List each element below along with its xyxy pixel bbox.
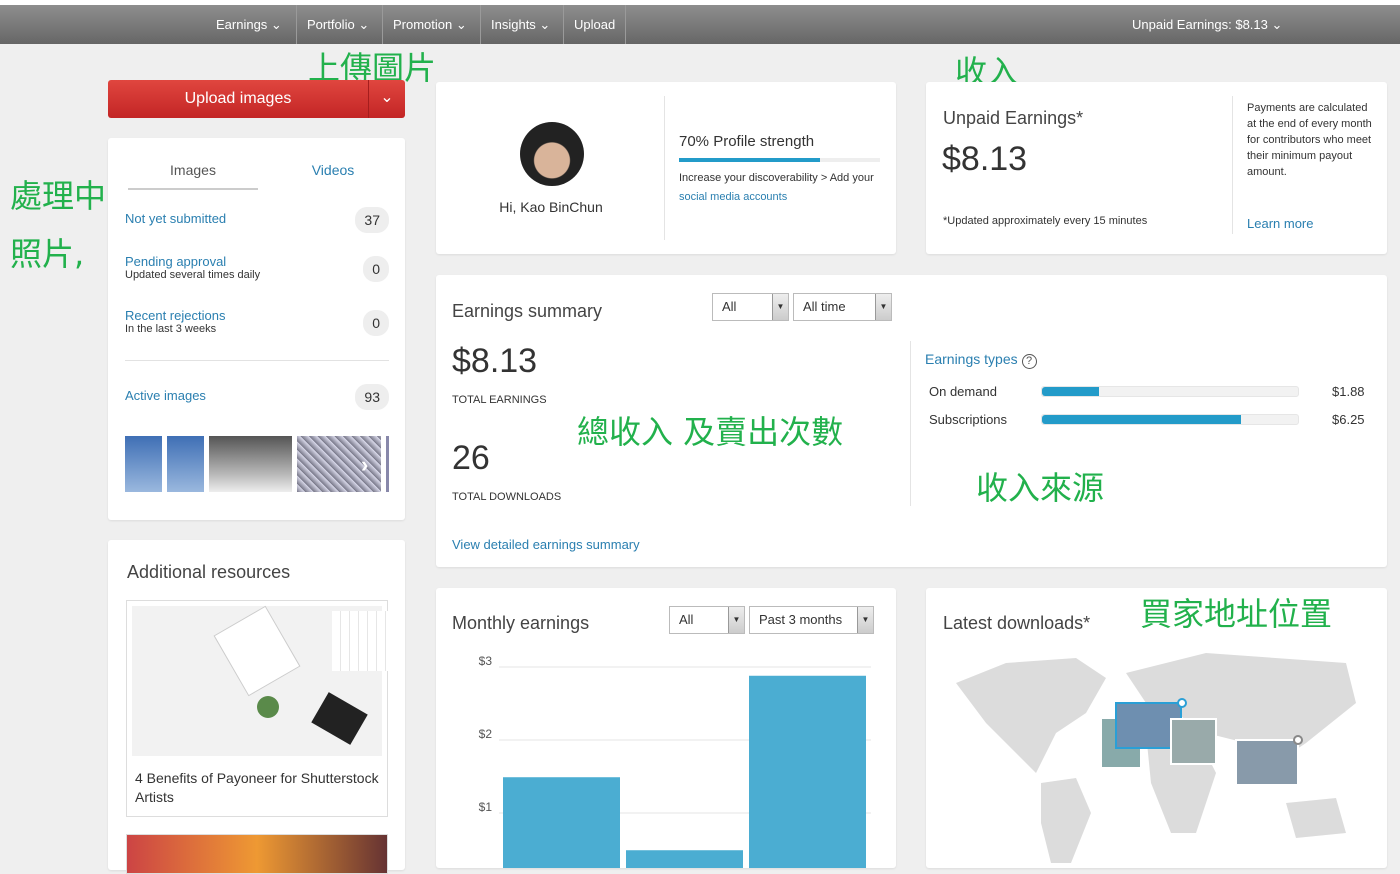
download-thumbnail xyxy=(1170,718,1217,765)
tab-images[interactable]: Images xyxy=(128,162,258,190)
top-nav: Earnings ⌄ Portfolio ⌄ Promotion ⌄ Insig… xyxy=(0,5,1400,44)
annotation-total: 總收入 及賣出次數 xyxy=(577,413,844,451)
world-map[interactable] xyxy=(946,643,1366,863)
thumbnail-strip: › xyxy=(125,436,389,492)
social-media-link[interactable]: social media accounts xyxy=(679,191,787,203)
count-badge: 37 xyxy=(355,207,389,233)
article-title[interactable]: 4 Benefits of Payoneer for Shutterstock … xyxy=(127,761,387,815)
chevron-down-icon[interactable]: ⌄ xyxy=(368,80,405,118)
row-rejections[interactable]: Recent rejections In the last 3 weeks 0 xyxy=(125,308,389,338)
bar[interactable] xyxy=(626,850,743,868)
resources-card: Additional resources 4 Benefits of Payon… xyxy=(108,540,405,874)
divider xyxy=(1232,96,1233,234)
thumbnail[interactable] xyxy=(125,436,162,492)
y-tick-label: $1 xyxy=(479,800,493,814)
type-label: On demand xyxy=(929,384,997,399)
summary-period-select[interactable]: All time ▼ xyxy=(793,293,892,321)
avatar[interactable] xyxy=(520,122,584,186)
nav-insights[interactable]: Insights ⌄ xyxy=(480,5,560,44)
nav-promotion[interactable]: Promotion ⌄ xyxy=(382,5,477,44)
nav-portfolio[interactable]: Portfolio ⌄ xyxy=(296,5,379,44)
summary-type-select[interactable]: All ▼ xyxy=(712,293,789,321)
upload-images-button[interactable]: Upload images ⌄ xyxy=(108,80,405,118)
caret-down-icon: ▼ xyxy=(875,294,891,320)
total-downloads-label: TOTAL DOWNLOADS xyxy=(452,491,562,503)
monthly-earnings-chart: $1 $2 $3 xyxy=(479,654,871,868)
y-tick-label: $2 xyxy=(479,727,493,741)
payment-info: Payments are calculated at the end of ev… xyxy=(1247,102,1372,178)
thumbnail[interactable] xyxy=(386,436,389,492)
divider xyxy=(125,360,389,361)
unpaid-title: Unpaid Earnings* xyxy=(943,108,1084,128)
annotation-sources: 收入來源 xyxy=(976,469,1105,507)
type-value: $1.88 xyxy=(1332,384,1365,399)
caret-down-icon: ▼ xyxy=(772,294,788,320)
nav-unpaid-earnings[interactable]: Unpaid Earnings: $8.13 ⌄ xyxy=(1122,5,1292,44)
earnings-types-title: Earnings types ? xyxy=(925,351,1037,369)
row-not-submitted[interactable]: Not yet submitted 37 xyxy=(125,207,389,234)
map-marker xyxy=(1177,698,1187,708)
bar[interactable] xyxy=(503,777,620,868)
map-marker xyxy=(1293,735,1303,745)
divider xyxy=(910,341,911,506)
article-image xyxy=(132,605,392,756)
subscriptions-bar xyxy=(1041,414,1299,425)
profile-strength-bar xyxy=(679,158,880,162)
latest-title: Latest downloads* xyxy=(943,613,1091,633)
bar[interactable] xyxy=(749,675,866,868)
annotation-processing-2: 照片, xyxy=(10,235,85,273)
row-active-images[interactable]: Active images 93 xyxy=(125,384,389,411)
profile-hint: Increase your discoverability > Add your… xyxy=(679,172,874,203)
learn-more-link[interactable]: Learn more xyxy=(1247,216,1313,231)
resource-article-2[interactable] xyxy=(126,834,388,874)
divider xyxy=(664,96,665,240)
chevron-right-icon[interactable]: › xyxy=(361,452,368,478)
row-label[interactable]: Recent rejections xyxy=(125,308,389,323)
total-downloads: 26 xyxy=(452,439,490,477)
total-earnings-label: TOTAL EARNINGS xyxy=(452,394,547,406)
download-thumbnail xyxy=(1235,739,1299,786)
type-label: Subscriptions xyxy=(929,412,1008,427)
thumbnail[interactable] xyxy=(167,436,204,492)
unpaid-amount: $8.13 xyxy=(942,140,1028,178)
on-demand-bar xyxy=(1041,386,1299,397)
resources-title: Additional resources xyxy=(127,562,291,582)
total-earnings: $8.13 xyxy=(452,342,538,380)
row-label[interactable]: Pending approval xyxy=(125,254,389,269)
nav-upload[interactable]: Upload xyxy=(563,5,627,44)
nav-earnings[interactable]: Earnings ⌄ xyxy=(206,5,292,44)
greeting: Hi, Kao BinChun xyxy=(499,199,603,215)
profile-strength: 70% Profile strength xyxy=(679,133,815,150)
row-label[interactable]: Active images xyxy=(125,388,206,403)
upload-label: Upload images xyxy=(184,90,292,107)
profile-card: Hi, Kao BinChun 70% Profile strength Inc… xyxy=(436,82,896,254)
unpaid-earnings-card: Unpaid Earnings* $8.13 *Updated approxim… xyxy=(926,82,1387,254)
annotation-buyers: 買家地址位置 xyxy=(1140,595,1333,633)
portfolio-card: Images Videos Not yet submitted 37 Pendin… xyxy=(108,138,405,520)
count-badge: 0 xyxy=(363,310,389,336)
row-sub: In the last 3 weeks xyxy=(125,323,217,335)
count-badge: 93 xyxy=(355,384,389,410)
tab-videos[interactable]: Videos xyxy=(278,162,388,178)
count-badge: 0 xyxy=(363,256,389,282)
monthly-earnings-card: Monthly earnings All ▼ Past 3 months ▼ $1 $… xyxy=(436,588,896,868)
y-tick-label: $3 xyxy=(479,654,493,668)
thumbnail[interactable] xyxy=(297,436,381,492)
detailed-summary-link[interactable]: View detailed earnings summary xyxy=(452,537,640,552)
unpaid-note: *Updated approximately every 15 minutes xyxy=(943,215,1148,227)
resource-article[interactable]: 4 Benefits of Payoneer for Shutterstock … xyxy=(126,600,392,817)
summary-title: Earnings summary xyxy=(452,301,603,321)
row-pending[interactable]: Pending approval Updated several times da… xyxy=(125,254,389,284)
type-value: $6.25 xyxy=(1332,412,1365,427)
row-label[interactable]: Not yet submitted xyxy=(125,211,226,226)
help-icon[interactable]: ? xyxy=(1021,354,1037,369)
row-sub: Updated several times daily xyxy=(125,269,261,281)
thumbnail[interactable] xyxy=(209,436,292,492)
